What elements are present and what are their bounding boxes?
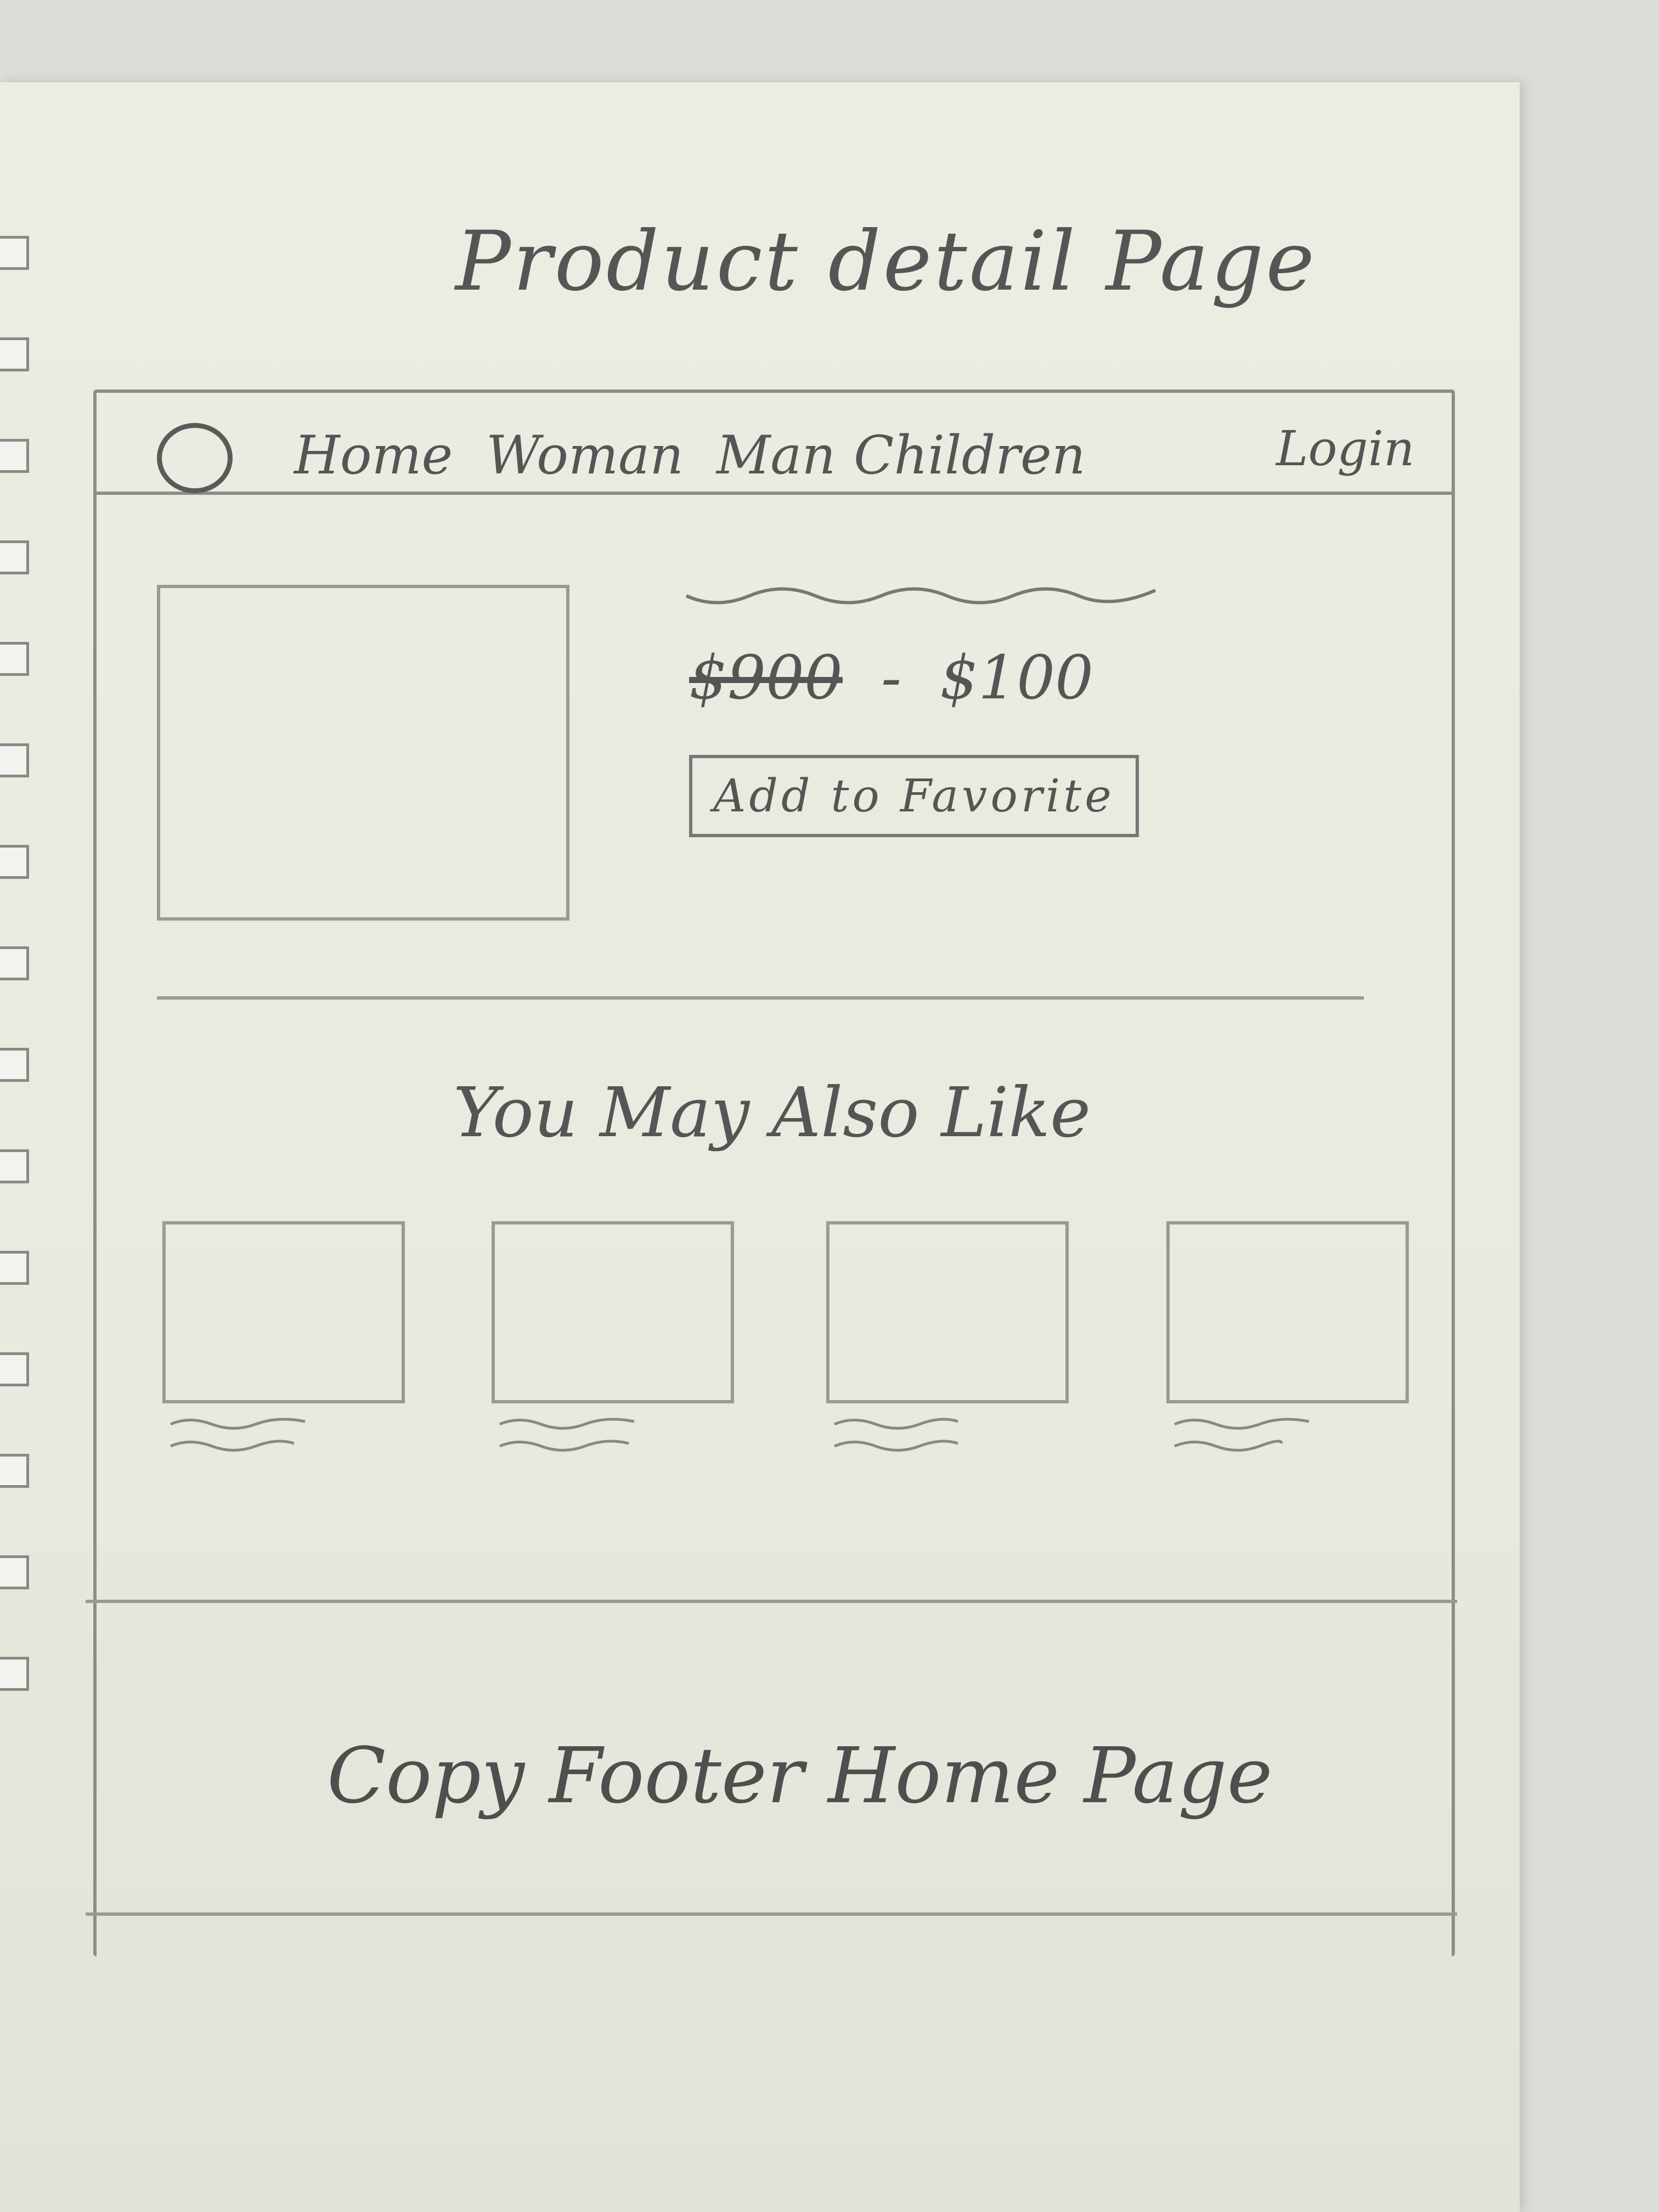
- recommendation-card[interactable]: [1166, 1221, 1424, 1452]
- card-text-squiggle: [1174, 1418, 1310, 1452]
- nav-item-woman[interactable]: Woman: [486, 425, 684, 486]
- nav-item-man[interactable]: Man: [716, 425, 836, 486]
- spiral-ring: [0, 1048, 29, 1082]
- spiral-ring: [0, 540, 29, 574]
- nav-item-home[interactable]: Home: [294, 425, 453, 486]
- spiral-ring: [0, 1454, 29, 1488]
- sketch-title: Product detail Page: [455, 214, 1317, 309]
- spiral-ring: [0, 1352, 29, 1386]
- footer-text: Copy Footer Home Page: [327, 1731, 1273, 1821]
- recommendation-card[interactable]: [492, 1221, 749, 1452]
- spiral-ring: [0, 845, 29, 879]
- current-price: $100: [940, 642, 1094, 713]
- spiral-ring: [0, 1555, 29, 1589]
- section-divider: [157, 996, 1364, 1000]
- image-placeholder-icon: [492, 1221, 734, 1403]
- image-placeholder-icon: [162, 1221, 405, 1403]
- spiral-ring: [0, 1657, 29, 1691]
- price-row: $900- $100: [689, 642, 1093, 713]
- card-text-squiggle: [834, 1418, 958, 1452]
- circle-logo-icon[interactable]: [157, 423, 233, 493]
- login-link[interactable]: Login: [1276, 420, 1415, 477]
- card-text-squiggle: [170, 1418, 306, 1452]
- recommendation-card[interactable]: [162, 1221, 420, 1452]
- old-price: $900: [689, 642, 843, 713]
- footer-divider: [86, 1600, 1457, 1603]
- notebook-spiral: [0, 236, 33, 1772]
- product-name-squiggle: [685, 587, 1156, 605]
- spiral-ring: [0, 743, 29, 777]
- browser-frame: Home Woman Man Children Login $900- $100 …: [86, 390, 1457, 1956]
- sketch-paper: Product detail Page Home Woman Man Child…: [0, 82, 1520, 2212]
- recommendations-title: You May Also Like: [453, 1073, 1091, 1153]
- spiral-ring: [0, 236, 29, 270]
- navbar: Home Woman Man Children Login: [97, 393, 1452, 495]
- spiral-ring: [0, 1149, 29, 1183]
- spiral-ring: [0, 946, 29, 980]
- spiral-ring: [0, 642, 29, 676]
- spiral-ring: [0, 337, 29, 371]
- spiral-ring: [0, 439, 29, 473]
- nav-item-children[interactable]: Children: [854, 425, 1086, 486]
- product-image-placeholder-icon: [157, 585, 569, 921]
- card-text-squiggle: [499, 1418, 635, 1452]
- add-to-favorite-button[interactable]: Add to Favorite: [689, 755, 1139, 837]
- recommendation-card[interactable]: [826, 1221, 1084, 1452]
- image-placeholder-icon: [826, 1221, 1069, 1403]
- price-separator: -: [881, 642, 902, 713]
- spiral-ring: [0, 1251, 29, 1285]
- image-placeholder-icon: [1166, 1221, 1409, 1403]
- footer-bottom-line: [86, 1912, 1457, 1916]
